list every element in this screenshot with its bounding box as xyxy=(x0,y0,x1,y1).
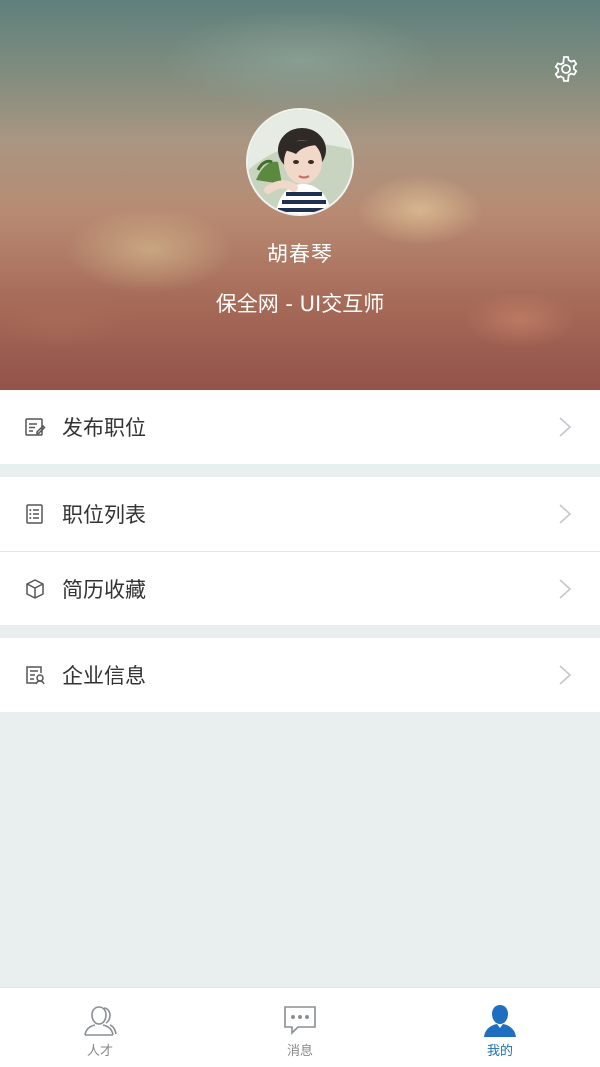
tab-mine[interactable]: 我的 xyxy=(400,988,600,1067)
chevron-right-icon xyxy=(558,503,572,525)
tab-talent[interactable]: 人才 xyxy=(0,988,200,1067)
menu-label-resume-favorites: 简历收藏 xyxy=(62,577,146,602)
menu-item-job-list[interactable]: 职位列表 xyxy=(0,477,600,551)
profile-name: 胡春琴 xyxy=(267,242,333,266)
chevron-right-icon xyxy=(558,416,572,438)
menu-group-company: 企业信息 xyxy=(0,638,600,712)
tab-label-mine: 我的 xyxy=(486,1044,513,1059)
menu-label-publish-job: 发布职位 xyxy=(62,416,146,440)
menu-item-publish-job[interactable]: 发布职位 xyxy=(0,390,600,464)
menu-group-publish: 发布职位 xyxy=(0,390,600,464)
company-profile-icon xyxy=(24,664,46,686)
tab-messages[interactable]: 消息 xyxy=(200,988,400,1067)
box-icon xyxy=(24,578,46,600)
tab-label-messages: 消息 xyxy=(286,1044,313,1059)
menu-label-job-list: 职位列表 xyxy=(62,503,146,527)
list-document-icon xyxy=(24,503,46,525)
tab-label-talent: 人才 xyxy=(86,1044,113,1059)
chevron-right-icon xyxy=(558,664,572,686)
settings-icon[interactable] xyxy=(552,55,580,83)
people-icon xyxy=(82,1002,118,1038)
edit-document-icon xyxy=(24,416,46,438)
chat-bubble-icon xyxy=(282,1002,318,1038)
avatar[interactable] xyxy=(246,108,354,216)
profile-subtitle: 保全网 - UI交互师 xyxy=(215,292,385,316)
menu-group-jobs: 职位列表 简历收藏 xyxy=(0,477,600,625)
profile-header: 胡春琴 保全网 - UI交互师 xyxy=(0,0,600,390)
menu-item-company-info[interactable]: 企业信息 xyxy=(0,638,600,712)
menu-label-company-info: 企业信息 xyxy=(62,664,146,688)
user-icon xyxy=(482,1002,518,1038)
bottom-tab-bar: 人才 消息 我的 xyxy=(0,987,600,1067)
chevron-right-icon xyxy=(558,578,572,600)
menu-item-resume-favorites[interactable]: 简历收藏 xyxy=(0,551,600,625)
